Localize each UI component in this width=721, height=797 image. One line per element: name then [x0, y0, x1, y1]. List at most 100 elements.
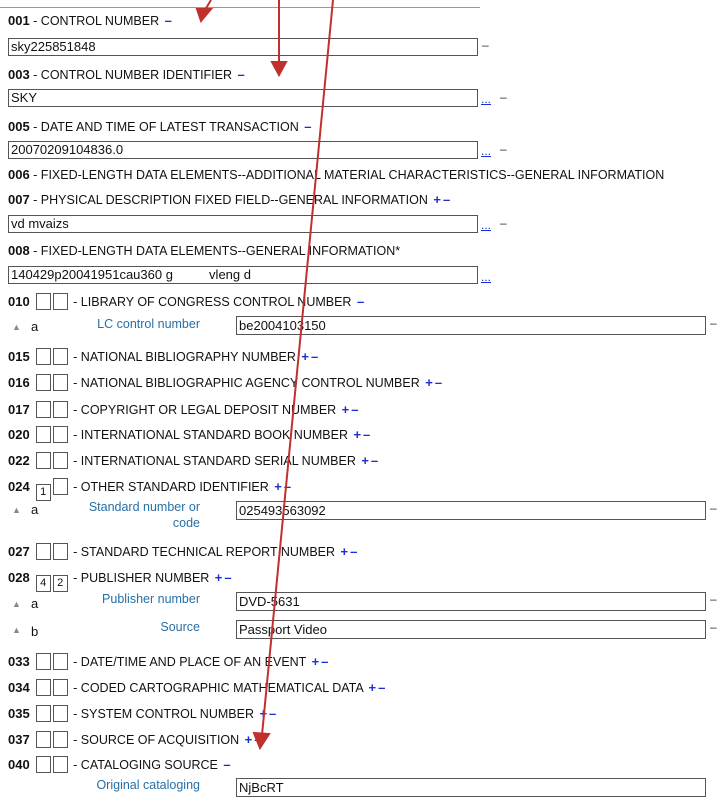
remove-field-button[interactable]: – [363, 427, 370, 442]
delete-dash[interactable]: – [710, 501, 717, 515]
indicator-1[interactable] [35, 653, 51, 670]
arrow-head-2 [270, 61, 288, 78]
delete-dash[interactable]: – [710, 316, 717, 330]
indicator-2[interactable] [52, 293, 68, 310]
indicator-2[interactable] [52, 426, 68, 443]
field-title: - SOURCE OF ACQUISITION [69, 733, 243, 747]
indicator-1[interactable] [35, 374, 51, 391]
remove-field-button[interactable]: – [223, 757, 230, 772]
add-field-button[interactable]: + [342, 402, 350, 417]
remove-field-button[interactable]: – [254, 732, 261, 747]
remove-field-button[interactable]: – [311, 349, 318, 364]
indicator-2[interactable] [52, 756, 68, 773]
add-field-button[interactable]: + [245, 732, 253, 747]
indicator-1[interactable] [35, 348, 51, 365]
indicator-2[interactable] [52, 478, 68, 495]
delete-dash[interactable]: – [500, 90, 507, 104]
subfield-040a-input[interactable]: NjBcRT [236, 778, 706, 797]
add-field-button[interactable]: + [361, 453, 369, 468]
indicator-1[interactable] [35, 543, 51, 560]
field-001-input[interactable]: sky225851848 [8, 38, 478, 56]
indicator-1[interactable] [35, 401, 51, 418]
delete-dash[interactable]: – [710, 620, 717, 634]
indicator-2[interactable]: 2 [52, 575, 68, 592]
indicator-2[interactable] [52, 679, 68, 696]
field-003-input[interactable]: SKY [8, 89, 478, 107]
indicator-2[interactable] [52, 348, 68, 365]
indicator-2[interactable] [52, 452, 68, 469]
remove-field-button[interactable]: – [357, 294, 364, 309]
indicator-2[interactable] [52, 543, 68, 560]
add-field-button[interactable]: + [433, 192, 441, 207]
remove-field-button[interactable]: – [371, 453, 378, 468]
remove-field-button[interactable]: – [284, 479, 291, 494]
subfield-label: Publisher number [102, 592, 200, 606]
remove-field-button[interactable]: – [321, 654, 328, 669]
add-field-button[interactable]: + [274, 479, 282, 494]
field-008-input[interactable]: 140429p20041951cau360 g vleng d [8, 266, 478, 284]
field-027-header: 027 - STANDARD TECHNICAL REPORT NUMBER +… [8, 543, 357, 560]
remove-field-button[interactable]: – [443, 192, 450, 207]
field-005-input[interactable]: 20070209104836.0 [8, 141, 478, 159]
move-up-icon[interactable]: ▲ [12, 505, 21, 515]
indicator-2[interactable] [52, 401, 68, 418]
field-007-editor-link[interactable]: ... [481, 218, 491, 232]
remove-field-button[interactable]: – [165, 13, 172, 28]
delete-dash[interactable]: – [482, 38, 489, 52]
add-field-button[interactable]: + [353, 427, 361, 442]
remove-field-button[interactable]: – [269, 706, 276, 721]
field-title: - PUBLISHER NUMBER [69, 571, 213, 585]
field-003-editor-link[interactable]: ... [481, 92, 491, 106]
remove-field-button[interactable]: – [378, 680, 385, 695]
remove-field-button[interactable]: – [238, 67, 245, 82]
indicator-2[interactable] [52, 705, 68, 722]
move-up-icon[interactable]: ▲ [12, 322, 21, 332]
delete-dash[interactable]: – [710, 592, 717, 606]
add-field-button[interactable]: + [215, 570, 223, 585]
indicator-1[interactable] [35, 293, 51, 310]
indicator-2[interactable] [52, 374, 68, 391]
subfield-label: Standard number or [88, 500, 200, 514]
subfield-010a-input[interactable]: be2004103150 [236, 316, 706, 335]
top-divider [0, 7, 480, 8]
field-005-editor-link[interactable]: ... [481, 144, 491, 158]
field-008-editor-link[interactable]: ... [481, 270, 491, 284]
subfield-024a-input[interactable]: 025493563092 [236, 501, 706, 520]
indicator-1[interactable] [35, 426, 51, 443]
delete-dash[interactable]: – [500, 216, 507, 230]
field-020-header: 020 - INTERNATIONAL STANDARD BOOK NUMBER… [8, 426, 370, 443]
subfield-028a-input[interactable]: DVD-5631 [236, 592, 706, 611]
indicator-1[interactable]: 1 [35, 484, 51, 501]
indicator-1[interactable] [35, 705, 51, 722]
add-field-button[interactable]: + [312, 654, 320, 669]
arrow-head-1 [195, 8, 214, 24]
remove-field-button[interactable]: – [350, 544, 357, 559]
field-tag: 028 [8, 570, 30, 585]
indicator-1[interactable] [35, 679, 51, 696]
indicator-2[interactable] [52, 731, 68, 748]
remove-field-button[interactable]: – [224, 570, 231, 585]
add-field-button[interactable]: + [369, 680, 377, 695]
add-field-button[interactable]: + [341, 544, 349, 559]
field-007-input[interactable]: vd mvaizs [8, 215, 478, 233]
indicator-1[interactable]: 4 [35, 575, 51, 592]
remove-field-button[interactable]: – [304, 119, 311, 134]
remove-field-button[interactable]: – [351, 402, 358, 417]
subfield-028b-input[interactable]: Passport Video [236, 620, 706, 639]
delete-dash[interactable]: – [500, 142, 507, 156]
indicator-1[interactable] [35, 452, 51, 469]
add-field-button[interactable]: + [259, 706, 267, 721]
field-001-header: 001 - CONTROL NUMBER – [8, 13, 172, 28]
indicator-2[interactable] [52, 653, 68, 670]
add-field-button[interactable]: + [425, 375, 433, 390]
subfield-label: LC control number [97, 317, 200, 331]
field-034-header: 034 - CODED CARTOGRAPHIC MATHEMATICAL DA… [8, 679, 385, 696]
field-title: - FIXED-LENGTH DATA ELEMENTS--GENERAL IN… [29, 244, 401, 258]
indicator-1[interactable] [35, 731, 51, 748]
move-up-icon[interactable]: ▲ [12, 625, 21, 635]
remove-field-button[interactable]: – [435, 375, 442, 390]
subfield-code: a [31, 319, 39, 334]
indicator-1[interactable] [35, 756, 51, 773]
add-field-button[interactable]: + [301, 349, 309, 364]
move-up-icon[interactable]: ▲ [12, 599, 21, 609]
